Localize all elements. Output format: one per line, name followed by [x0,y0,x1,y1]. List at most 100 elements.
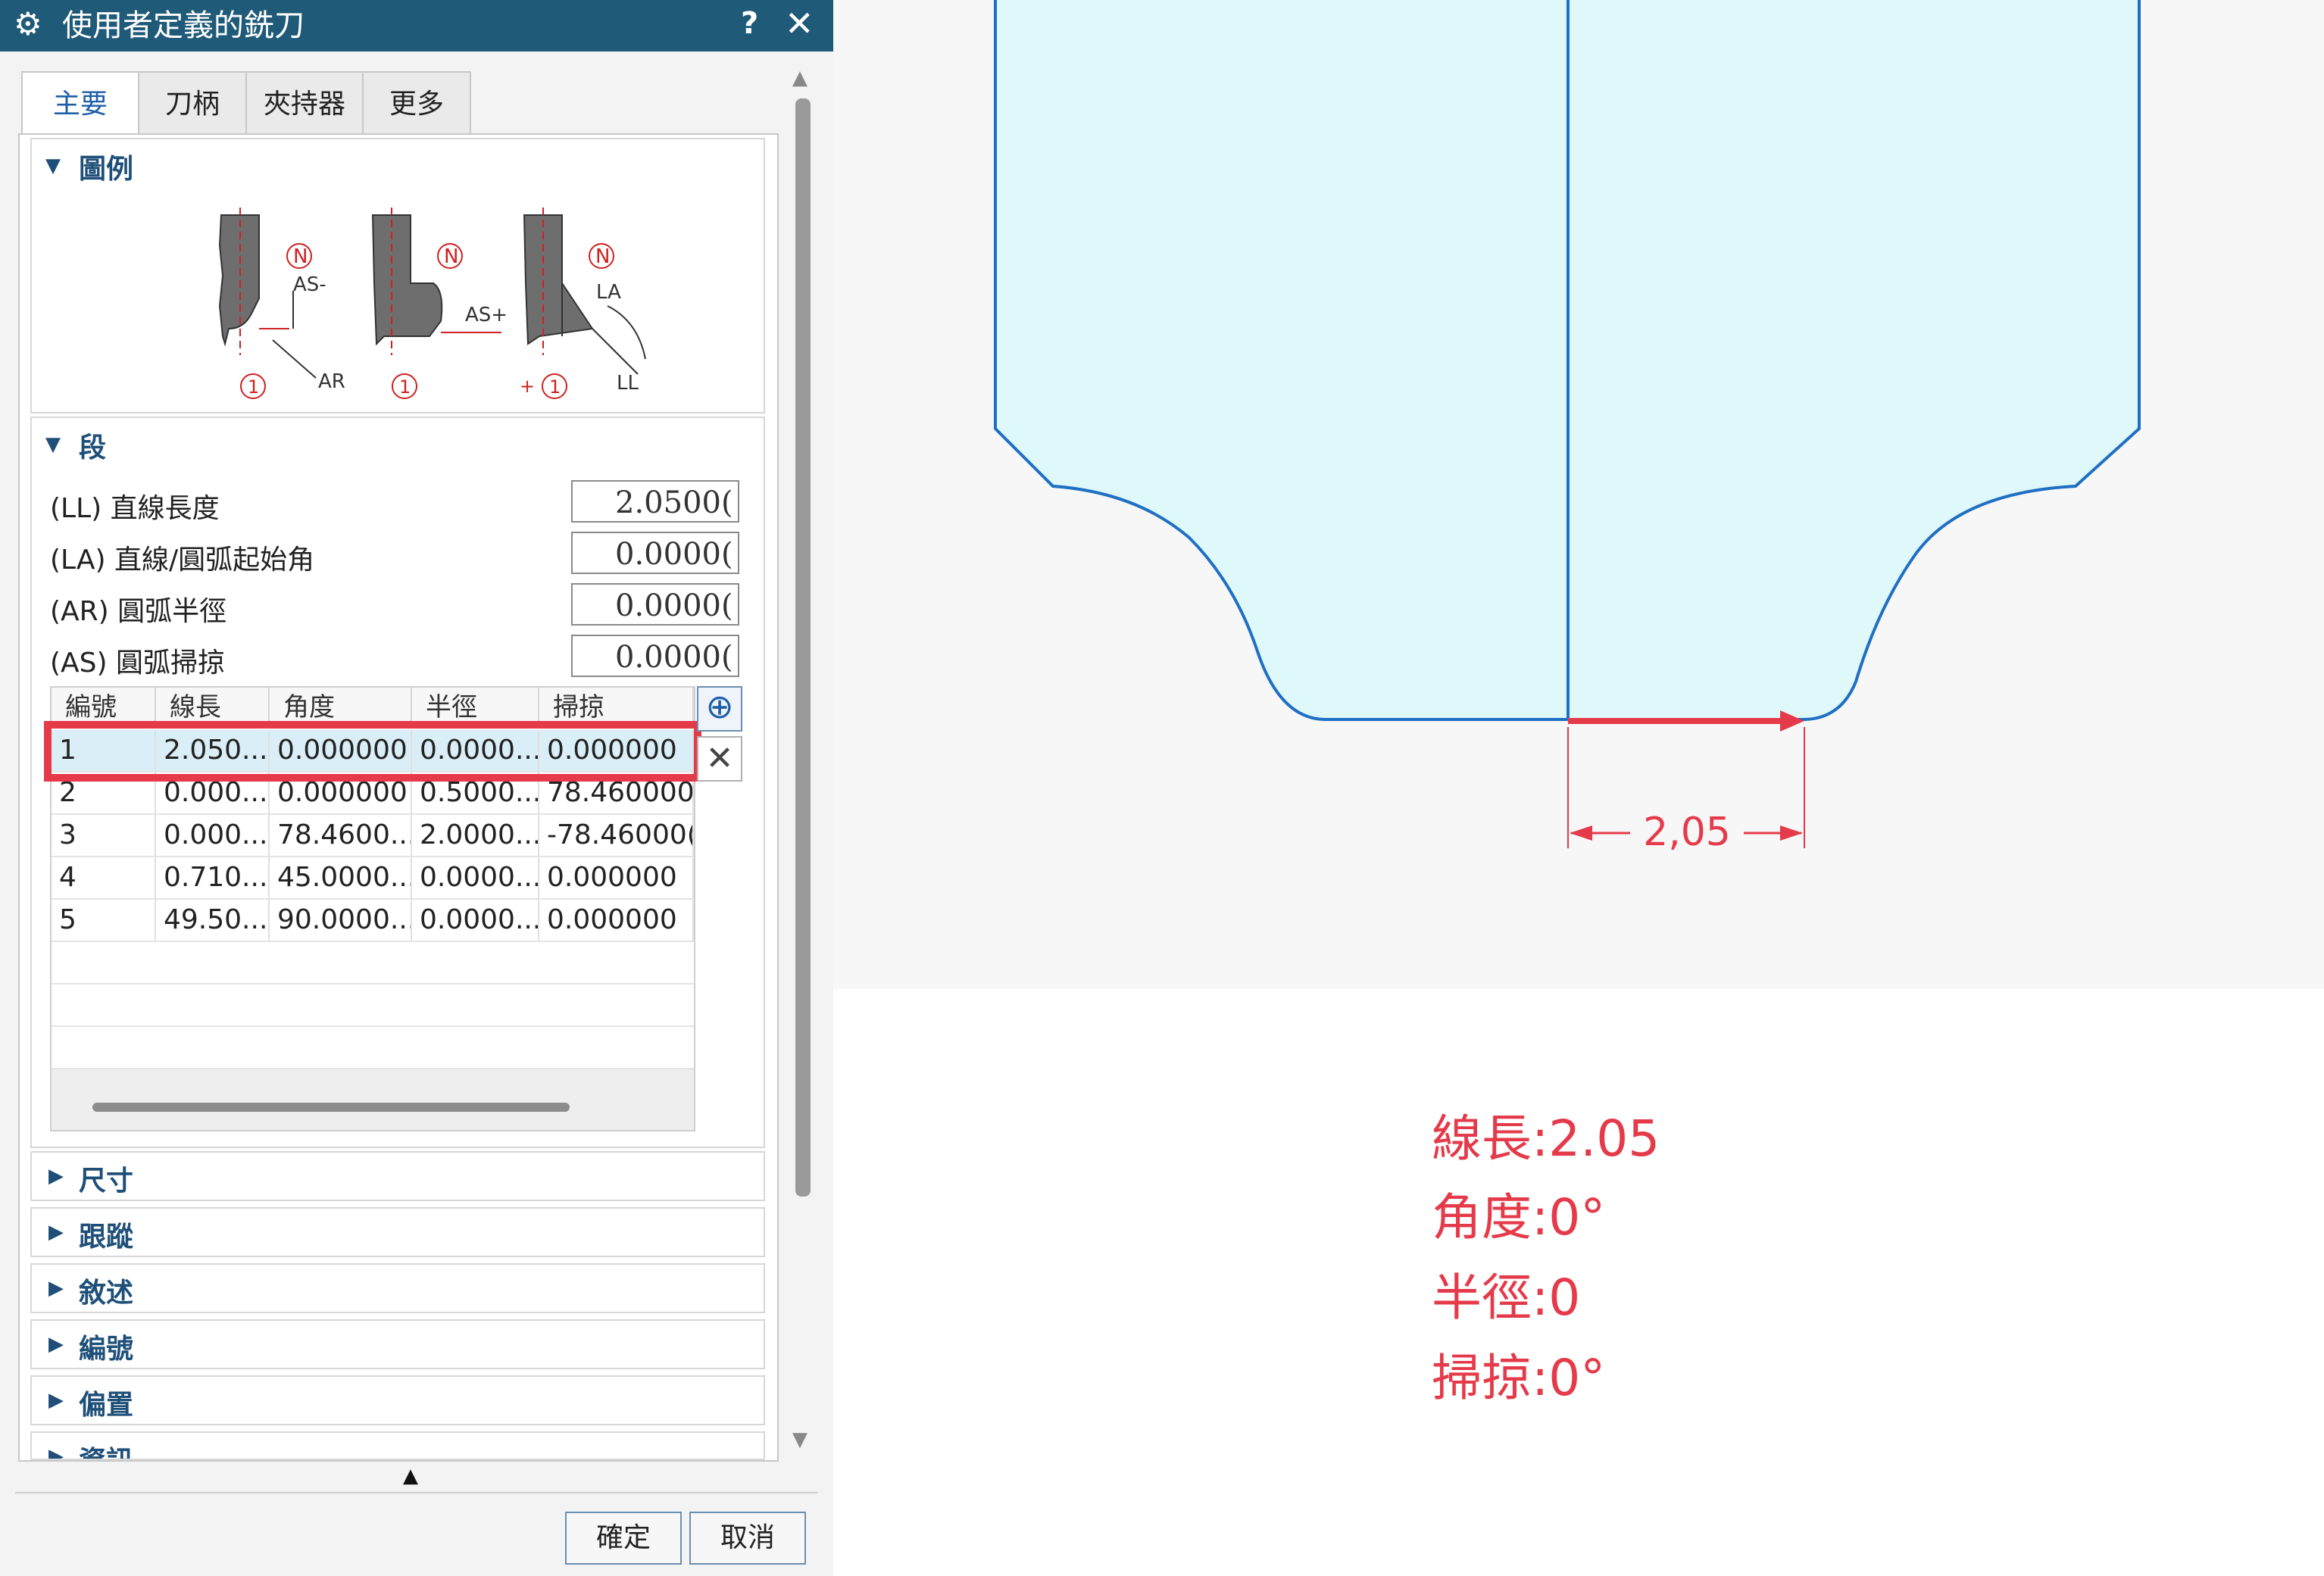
tool-drawing-canvas: 2,05 [833,0,2324,989]
cell-length: 0.000... [156,815,270,856]
legend-group-title[interactable]: 圖例 [79,147,133,186]
legend-label-plus: + [520,376,535,397]
scroll-up-icon[interactable]: ▲ [792,67,807,89]
column-header-length[interactable]: 線長 [156,688,270,721]
cell-sweep: 0.000000 [539,857,694,898]
close-button[interactable]: ✕ [785,3,814,44]
table-footer [52,1069,694,1130]
chevron-down-icon[interactable]: ▼ [45,433,61,456]
scrollbar-thumb[interactable] [795,98,811,1197]
dimension-label: 2,05 [1643,810,1731,855]
dialog-title: 使用者定義的銑刀 [62,8,305,43]
note-sweep: 掃掠:0° [1432,1349,1606,1407]
cell-length: 49.50... [156,900,270,941]
legend-label-ar: AR [318,370,345,393]
note-angle: 角度:0° [1432,1188,1606,1247]
param-label-ar: (AR) 圓弧半徑 [50,596,227,627]
chevron-right-icon: ▶ [48,1165,64,1187]
chevron-right-icon: ▶ [48,1221,64,1244]
group-title: 資訊 [79,1439,133,1459]
delete-segment-button[interactable]: ✕ [697,736,742,782]
ll-input[interactable]: 2.0500( [571,480,739,523]
table-row-empty [52,1027,694,1069]
group-offset[interactable]: ▶ 偏置 [30,1375,765,1425]
svg-text:1: 1 [549,376,561,398]
column-header-radius[interactable]: 半徑 [412,688,539,721]
group-description[interactable]: ▶ 敘述 [30,1263,765,1313]
param-label-as: (AS) 圓弧掃掠 [50,648,226,679]
table-row-empty [52,942,694,985]
cell-index: 3 [52,815,156,856]
cell-angle: 90.0000... [270,900,412,941]
table-row-empty [52,985,694,1027]
column-header-angle[interactable]: 角度 [270,688,412,721]
tab-holder[interactable]: 夾持器 [245,71,364,136]
ok-button[interactable]: 確定 [565,1512,682,1565]
tab-holder-shank[interactable]: 刀柄 [138,71,247,136]
group-title: 編號 [79,1334,134,1365]
horizontal-scrollbar[interactable] [92,1103,570,1112]
group-info[interactable]: ▶ 資訊 [30,1431,765,1460]
chevron-right-icon: ▶ [48,1277,64,1300]
cancel-button[interactable]: 取消 [689,1512,806,1565]
tool-profile-drawing: 2,05 [994,0,2141,855]
table-row[interactable]: 5 49.50... 90.0000... 0.0000... 0.000000 [52,900,694,942]
cell-angle: 78.4600... [270,815,412,856]
tab-more[interactable]: 更多 [362,71,471,136]
svg-text:N: N [444,245,458,268]
la-input[interactable]: 0.0000( [571,532,739,574]
collapse-arrow-icon[interactable]: ▲ [403,1465,418,1487]
column-header-index[interactable]: 編號 [52,688,156,721]
dialog-title-bar: ⚙ 使用者定義的銑刀 ? ✕ [0,0,833,51]
arrow-head-icon [1780,825,1803,841]
cell-angle: 45.0000... [270,857,412,898]
scroll-down-icon[interactable]: ▼ [792,1428,807,1451]
svg-text:1: 1 [399,376,411,398]
cell-length: 0.710... [156,857,270,898]
ar-input[interactable]: 0.0000( [571,583,739,626]
legend-group: ▼ 圖例 N AS- AR 1 N AS+ 1 N LA LL + 1 [30,138,765,414]
svg-text:N: N [595,245,610,268]
chevron-down-icon[interactable]: ▼ [45,154,61,177]
table-row[interactable]: 4 0.710... 45.0000... 0.0000... 0.000000 [52,857,694,900]
milling-tool-dialog: ⚙ 使用者定義的銑刀 ? ✕ 主要 刀柄 夾持器 更多 ▼ 圖例 N AS- A… [0,0,833,1576]
note-radius: 半徑:0 [1432,1269,1581,1327]
group-size[interactable]: ▶ 尺寸 [30,1151,765,1201]
cell-radius: 0.0000... [412,857,539,898]
group-title: 偏置 [79,1390,134,1421]
segment-group-title[interactable]: 段 [79,426,106,465]
cell-index: 5 [52,900,156,941]
cell-sweep: 0.000000 [539,900,694,941]
add-segment-button[interactable]: ⊕ [697,686,742,732]
group-title: 尺寸 [79,1166,134,1197]
legend-figure: N AS- AR 1 N AS+ 1 N LA LL + 1 [218,208,646,399]
chevron-right-icon: ▶ [48,1333,64,1356]
group-tracking[interactable]: ▶ 跟蹤 [30,1207,765,1257]
footer-divider [15,1492,818,1493]
legend-label-n: N [293,245,308,268]
cell-radius: 0.0000... [412,900,539,941]
cell-radius: 2.0000... [412,815,539,856]
column-header-sweep[interactable]: 掃掠 [539,688,694,721]
group-title: 跟蹤 [79,1222,134,1253]
legend-label-la: LA [596,281,621,304]
chevron-right-icon: ▶ [48,1445,64,1460]
legend-label-one: 1 [248,376,259,398]
legend-label-ll: LL [617,372,639,395]
group-numbering[interactable]: ▶ 編號 [30,1319,765,1369]
arrow-head-icon [1570,825,1592,841]
legend-label-as-plus: AS+ [465,304,508,326]
param-label-la: (LA) 直線/圓弧起始角 [50,545,315,576]
selected-row-highlight [44,721,701,782]
cell-sweep: -78.46000( [539,815,694,856]
chevron-right-icon: ▶ [48,1389,64,1412]
param-label-ll: (LL) 直線長度 [50,493,220,524]
group-title: 敘述 [79,1278,134,1309]
help-button[interactable]: ? [741,6,758,41]
as-input[interactable]: 0.0000( [571,635,739,677]
table-row[interactable]: 3 0.000... 78.4600... 2.0000... -78.4600… [52,815,694,857]
gear-icon: ⚙ [14,5,42,42]
note-line-length: 線長:2.05 [1432,1109,1660,1168]
tab-main[interactable]: 主要 [21,71,139,139]
legend-label-as-minus: AS- [293,273,326,296]
